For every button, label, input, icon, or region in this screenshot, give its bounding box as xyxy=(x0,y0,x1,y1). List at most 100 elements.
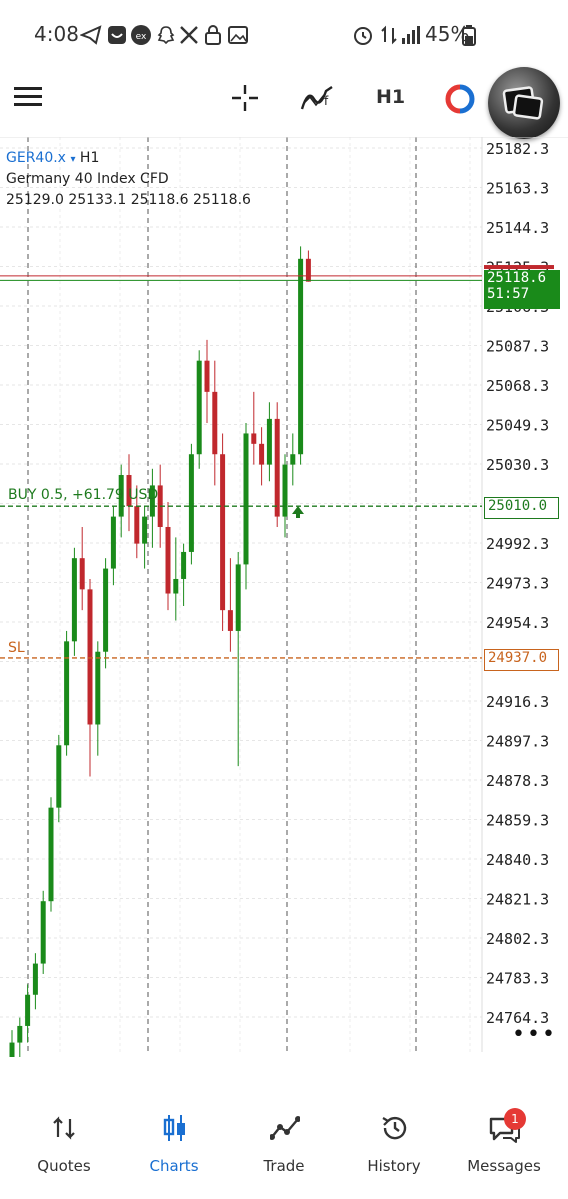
price-axis-label: 24897.3 xyxy=(486,733,549,751)
candle-body xyxy=(235,564,241,631)
candle-body xyxy=(25,994,31,1026)
quotes-icon xyxy=(53,1116,75,1140)
candle-body xyxy=(173,578,179,594)
symbol-description: Germany 40 Index CFD xyxy=(6,171,169,187)
telegram-icon xyxy=(80,25,102,45)
ask-price-marker xyxy=(484,265,554,270)
ex-icon: ex xyxy=(131,25,151,45)
sl-price-tag: 24937.0 xyxy=(484,649,559,671)
nav-history[interactable]: History xyxy=(344,1105,444,1185)
price-axis-label: 24878.3 xyxy=(486,772,549,790)
candle-body xyxy=(71,558,77,642)
bottom-navigation: Quotes Charts Trade History Messages xyxy=(0,1095,568,1199)
candle-body xyxy=(17,1025,23,1043)
timeframe-selector[interactable]: H1 xyxy=(376,86,405,108)
symbol-caret-icon[interactable]: ▾ xyxy=(70,154,75,165)
nav-trade[interactable]: Trade xyxy=(234,1105,334,1185)
candle-body xyxy=(134,506,140,544)
x-icon xyxy=(180,26,198,44)
bar-countdown: 51:57 xyxy=(487,286,530,302)
nav-label-messages: Messages xyxy=(467,1157,541,1175)
nav-label-history: History xyxy=(367,1157,421,1175)
buy-position-label[interactable]: BUY 0.5, +61.79 USD xyxy=(8,487,158,503)
candle-body xyxy=(282,464,288,517)
candle-body xyxy=(266,418,272,465)
price-axis-label: 24992.3 xyxy=(486,535,549,553)
candle-body xyxy=(204,360,210,392)
app-icon xyxy=(108,26,126,44)
svg-text:ex: ex xyxy=(136,32,147,42)
candle-body xyxy=(87,589,93,725)
messages-badge: 1 xyxy=(504,1108,526,1130)
price-axis-label: 25182.3 xyxy=(486,140,549,158)
candle-body xyxy=(243,433,249,565)
candle-body xyxy=(40,901,46,964)
price-axis-label: 25144.3 xyxy=(486,219,549,237)
price-axis-label: 24783.3 xyxy=(486,970,549,988)
signal-icon xyxy=(402,26,420,44)
nav-charts[interactable]: Charts xyxy=(124,1105,224,1185)
more-options-icon[interactable]: ••• xyxy=(512,1022,557,1047)
battery-icon xyxy=(462,25,476,46)
candle-body xyxy=(64,641,70,746)
candle-body xyxy=(110,516,116,569)
buy-entry-arrow-icon xyxy=(292,506,304,518)
candle-body xyxy=(95,651,101,725)
candle-body xyxy=(305,258,311,282)
candle-body xyxy=(181,551,187,579)
svg-text:f: f xyxy=(324,94,329,108)
symbol-name[interactable]: GER40.x xyxy=(6,150,66,166)
charts-icon xyxy=(163,1115,185,1141)
buy-price-tag: 25010.0 xyxy=(484,497,559,519)
nav-quotes[interactable]: Quotes xyxy=(14,1105,114,1185)
price-axis-label: 25049.3 xyxy=(486,417,549,435)
status-time: 4:08 xyxy=(34,22,79,46)
candle-body xyxy=(227,610,233,631)
price-axis-label: 25163.3 xyxy=(486,180,549,198)
price-axis-label: 24821.3 xyxy=(486,891,549,909)
price-axis-label: 25030.3 xyxy=(486,456,549,474)
status-bar: 4:08 ex 45% xyxy=(0,0,568,70)
candle-body xyxy=(9,1042,15,1057)
price-axis-label: 24973.3 xyxy=(486,575,549,593)
candle-body xyxy=(196,360,202,455)
candle-body xyxy=(298,258,304,455)
symbol-header[interactable]: GER40.x ▾ H1 xyxy=(6,150,99,166)
snapchat-icon xyxy=(157,26,175,45)
nav-label-trade: Trade xyxy=(263,1157,305,1175)
history-icon xyxy=(382,1116,407,1140)
chart-timeframe: H1 xyxy=(79,150,100,166)
candle-body xyxy=(32,963,38,995)
indicators-icon[interactable]: f xyxy=(300,83,334,113)
alarm-icon xyxy=(354,27,372,45)
nav-label-quotes: Quotes xyxy=(37,1157,91,1175)
candle-body xyxy=(274,418,280,517)
broker-logo-icon[interactable] xyxy=(444,84,476,114)
current-price: 25118.6 xyxy=(487,270,547,286)
candle-body xyxy=(48,807,54,902)
price-axis-label: 24859.3 xyxy=(486,812,549,830)
trade-icon xyxy=(270,1116,300,1140)
nav-label-charts: Charts xyxy=(149,1157,199,1175)
price-axis-label: 25068.3 xyxy=(486,377,549,395)
floating-overlay-button[interactable] xyxy=(488,67,560,139)
candle-body xyxy=(188,454,194,552)
stop-loss-label[interactable]: SL xyxy=(8,640,25,656)
price-axis-label: 24954.3 xyxy=(486,614,549,632)
candle-body xyxy=(103,568,109,652)
price-chart[interactable]: 25182.325163.325144.325125.325106.325087… xyxy=(0,137,568,1057)
chart-toolbar: f xyxy=(0,67,568,139)
candle-body xyxy=(165,526,171,594)
ohlc-values: 25129.0 25133.1 25118.6 25118.6 xyxy=(6,192,251,208)
candle-body xyxy=(212,391,218,455)
lock-icon xyxy=(205,25,221,45)
candle-body xyxy=(220,454,226,611)
price-axis-label: 25087.3 xyxy=(486,338,549,356)
candle-body xyxy=(142,516,148,544)
hamburger-menu-icon[interactable] xyxy=(14,86,42,108)
current-price-tag: 25118.6 51:57 xyxy=(484,270,560,309)
candle-body xyxy=(259,443,265,465)
crosshair-icon[interactable] xyxy=(230,83,260,113)
data-transfer-icon xyxy=(381,25,397,45)
price-axis-label: 24840.3 xyxy=(486,851,549,869)
